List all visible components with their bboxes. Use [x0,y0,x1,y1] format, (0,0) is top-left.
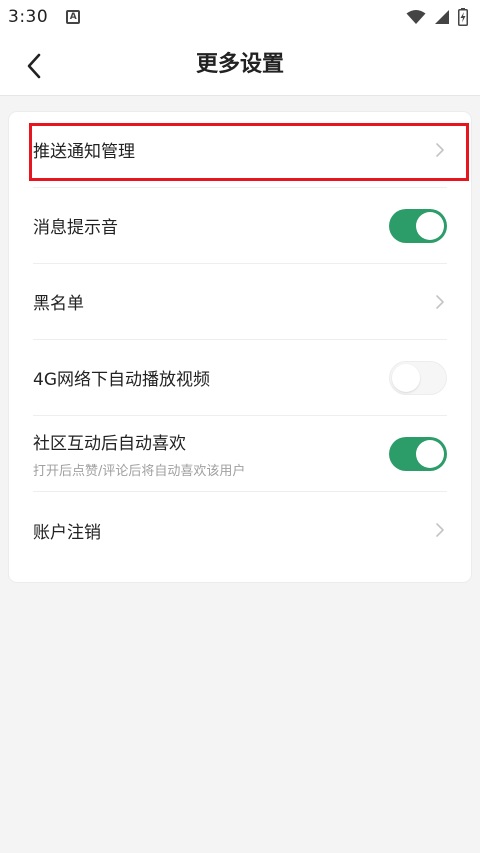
setting-row-push-notifications[interactable]: 推送通知管理 [33,112,447,188]
settings-list: 推送通知管理 消息提示音 黑名单 4G网络下自动播放视频 社区互动后自动喜欢 打… [9,112,471,582]
auto-like-toggle[interactable] [389,436,447,471]
setting-row-message-sound: 消息提示音 [33,188,447,264]
signal-icon [435,10,449,24]
toggle-knob [392,363,420,392]
chevron-right-icon [436,142,444,157]
back-button[interactable] [14,46,54,86]
setting-label: 推送通知管理 [33,142,135,162]
setting-label: 账户注销 [33,522,101,543]
message-sound-toggle[interactable] [389,208,447,243]
chevron-right-icon [436,294,444,309]
page-title: 更多设置 [195,52,284,77]
a-square-icon: A [66,10,81,24]
setting-text: 社区互动后自动喜欢 打开后点赞/评论后将自动喜欢该用户 [33,429,245,479]
setting-label: 黑名单 [33,294,84,314]
setting-label: 消息提示音 [33,218,118,238]
toggle-knob [416,439,444,468]
nav-bar: 更多设置 [0,34,480,96]
setting-row-4g-autoplay: 4G网络下自动播放视频 [33,340,447,416]
wifi-icon [406,10,426,24]
setting-label: 4G网络下自动播放视频 [33,370,210,390]
4g-autoplay-toggle[interactable] [389,360,447,395]
setting-row-account-deletion[interactable]: 账户注销 [33,492,447,568]
setting-row-auto-like: 社区互动后自动喜欢 打开后点赞/评论后将自动喜欢该用户 [33,416,447,492]
chevron-right-icon [436,523,444,537]
setting-label: 社区互动后自动喜欢 [33,433,186,454]
setting-sublabel: 打开后点赞/评论后将自动喜欢该用户 [33,463,246,479]
status-time: 3:30 [8,7,49,27]
status-icons [406,8,468,26]
battery-charging-icon [458,8,468,26]
status-bar: 3:30 A [0,0,480,34]
toggle-knob [416,211,444,240]
setting-row-blacklist[interactable]: 黑名单 [33,264,447,340]
chevron-left-icon [27,53,41,79]
